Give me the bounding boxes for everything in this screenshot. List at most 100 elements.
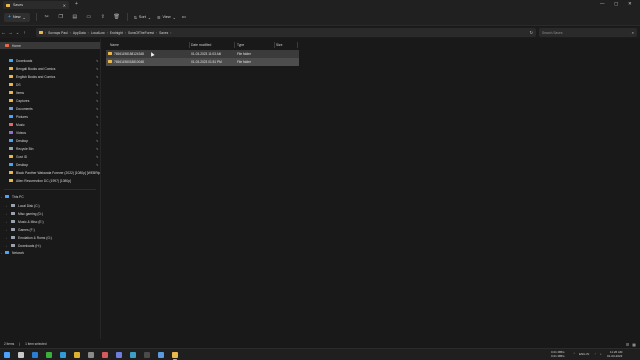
table-row[interactable]: 76561198018810048 01-03-2023 01:51 PM Fi… <box>106 58 299 66</box>
sidebar-item-drive[interactable]: › Downloads (H:) <box>0 242 100 249</box>
chevron-right-icon[interactable]: › <box>1 195 2 199</box>
sidebar-item-drive[interactable]: › Emulation & Roms (G:) <box>0 234 100 241</box>
app-icon[interactable] <box>88 352 94 358</box>
table-row[interactable]: 76561198158124348 01-03-2023 11:03 AM Fi… <box>106 50 299 58</box>
chrome-icon[interactable] <box>74 352 80 358</box>
files-icon[interactable] <box>172 352 178 358</box>
start-icon[interactable] <box>4 352 10 358</box>
column-separator[interactable] <box>297 42 298 48</box>
column-separator[interactable] <box>234 42 235 48</box>
cut-icon[interactable]: ✂ <box>43 13 51 21</box>
search-input[interactable]: Search Saves ⌕ <box>539 28 637 37</box>
minimize-button[interactable]: — <box>600 1 605 6</box>
sidebar-item-quick-access[interactable]: Captures ✎ <box>0 97 100 104</box>
sidebar-item-drive[interactable]: › Local Disk (C:) <box>0 202 100 209</box>
app-icon-4[interactable] <box>130 352 136 358</box>
sidebar-item-network[interactable]: › Network <box>0 249 100 256</box>
chevron-right-icon[interactable]: › <box>6 204 7 208</box>
recent-button[interactable]: ⌄ <box>14 30 21 36</box>
chevron-up-icon[interactable]: ⌃ <box>573 352 576 356</box>
sidebar-item-quick-access[interactable]: Recycle Bin ✎ <box>0 145 100 152</box>
share-icon[interactable]: ⇪ <box>99 13 107 21</box>
sidebar-item-drive[interactable]: › Misc gaming (D:) <box>0 210 100 217</box>
sort-button[interactable]: ⇅ Sort ⌄ <box>134 15 151 20</box>
forward-button[interactable]: → <box>7 30 14 35</box>
sidebar-item-quick-access[interactable]: Items ✎ <box>0 89 100 96</box>
sidebar-item-quick-access[interactable]: Videos ✎ <box>0 129 100 136</box>
up-button[interactable]: ↑ <box>21 30 28 35</box>
delete-icon[interactable]: 🗑 <box>113 13 121 21</box>
volume-icon[interactable]: ♪ <box>600 352 602 356</box>
sidebar-item-drive[interactable]: › Music & Misc (E:) <box>0 218 100 225</box>
app-icon-3[interactable] <box>116 352 122 358</box>
sidebar-item-this-pc[interactable]: › This PC <box>0 193 100 200</box>
tab-saves[interactable]: Saves ✕ <box>3 1 69 9</box>
copy-icon[interactable]: ❐ <box>57 13 65 21</box>
column-separator[interactable] <box>274 42 275 48</box>
breadcrumb[interactable]: Saves <box>159 31 168 35</box>
sidebar-item-quick-access[interactable]: Alien Resurrection DC (1997) [1080p] <box>0 177 100 184</box>
clock[interactable]: 11:26 AM 01-03-2023 <box>607 350 622 358</box>
sidebar-item-quick-access[interactable]: Black Panther Wakanda Forever (2022) [10… <box>0 169 100 176</box>
folder-icon <box>108 60 112 63</box>
chevron-right-icon[interactable]: › <box>6 220 7 224</box>
chevron-right-icon[interactable]: › <box>6 236 7 240</box>
address-bar[interactable]: › Sovraps Paul › AppData › LocalLow › En… <box>36 28 536 37</box>
sidebar-item-quick-access[interactable]: English Books and Comics ✎ <box>0 73 100 80</box>
column-separator[interactable] <box>189 42 190 48</box>
paste-icon[interactable]: ▤ <box>71 13 79 21</box>
new-button[interactable]: + New ⌄ <box>4 12 30 22</box>
sort-label: Sort <box>138 15 146 19</box>
breadcrumb[interactable]: SonsOfTheForest <box>128 31 154 35</box>
column-header-name[interactable]: Name <box>110 41 119 48</box>
sidebar-item-quick-access[interactable]: Desktop ✎ <box>0 137 100 144</box>
sidebar-item-quick-access[interactable]: Music ✎ <box>0 121 100 128</box>
steam-icon[interactable] <box>32 352 38 358</box>
language-indicator[interactable]: ENG IN <box>579 352 589 356</box>
breadcrumb[interactable]: Endnight <box>110 31 123 35</box>
column-header-size[interactable]: Size <box>276 41 282 48</box>
view-button[interactable]: ☰ View ⌄ <box>157 15 176 20</box>
chevron-right-icon[interactable]: › <box>6 244 7 248</box>
sidebar-item-quick-access[interactable]: Documents ✎ <box>0 105 100 112</box>
sidebar-item-label: Pictures <box>16 114 28 119</box>
sidebar-item-quick-access[interactable]: DS ✎ <box>0 81 100 88</box>
tiles-view-icon[interactable]: ▦ <box>632 342 636 347</box>
selection-count: 1 item selected <box>25 342 47 346</box>
more-options-button[interactable]: ••• <box>182 15 186 19</box>
sidebar-item-quick-access[interactable]: Desktop ✎ <box>0 161 100 168</box>
rename-icon[interactable]: ▭ <box>85 13 93 21</box>
breadcrumb[interactable]: AppData <box>73 31 86 35</box>
column-header-type[interactable]: Type <box>237 41 244 48</box>
refresh-icon[interactable]: ↻ <box>530 30 533 35</box>
details-view-icon[interactable]: ☰ <box>626 342 630 347</box>
wifi-icon[interactable]: ◔ <box>594 352 596 356</box>
breadcrumb[interactable]: Sovraps Paul <box>48 31 68 35</box>
pin-icon: ✎ <box>96 98 99 103</box>
back-button[interactable]: ← <box>0 30 7 35</box>
new-tab-button[interactable]: + <box>75 1 78 7</box>
sidebar-item-quick-access[interactable]: Pictures ✎ <box>0 113 100 120</box>
search-icon[interactable] <box>18 352 24 358</box>
sidebar-item-quick-access[interactable]: Govt ID ✎ <box>0 153 100 160</box>
column-header-date[interactable]: Date modified <box>191 41 211 48</box>
chevron-right-icon[interactable]: › <box>6 212 7 216</box>
close-button[interactable]: ✕ <box>628 1 632 7</box>
sidebar-item-quick-access[interactable]: Downloads ✎ <box>0 57 100 64</box>
sidebar-item-label: Emulation & Roms (G:) <box>18 235 52 240</box>
maximize-button[interactable]: ▢ <box>614 1 618 7</box>
tab-close-icon[interactable]: ✕ <box>63 3 66 8</box>
edge-icon[interactable] <box>60 352 66 358</box>
app-icon-5[interactable] <box>158 352 164 358</box>
app-icon-2[interactable] <box>102 352 108 358</box>
terminal-icon[interactable] <box>144 352 150 358</box>
sidebar-item-home[interactable]: Home <box>0 42 100 49</box>
folder-icon <box>9 67 13 70</box>
breadcrumb[interactable]: LocalLow <box>91 31 105 35</box>
chevron-right-icon[interactable]: › <box>6 228 7 232</box>
sidebar-item-quick-access[interactable]: Bengali Books and Comics ✎ <box>0 65 100 72</box>
chevron-right-icon[interactable]: › <box>1 251 2 255</box>
xbox-icon[interactable] <box>46 352 52 358</box>
sidebar-item-drive[interactable]: › Games (F:) <box>0 226 100 233</box>
folder-icon <box>108 52 112 55</box>
